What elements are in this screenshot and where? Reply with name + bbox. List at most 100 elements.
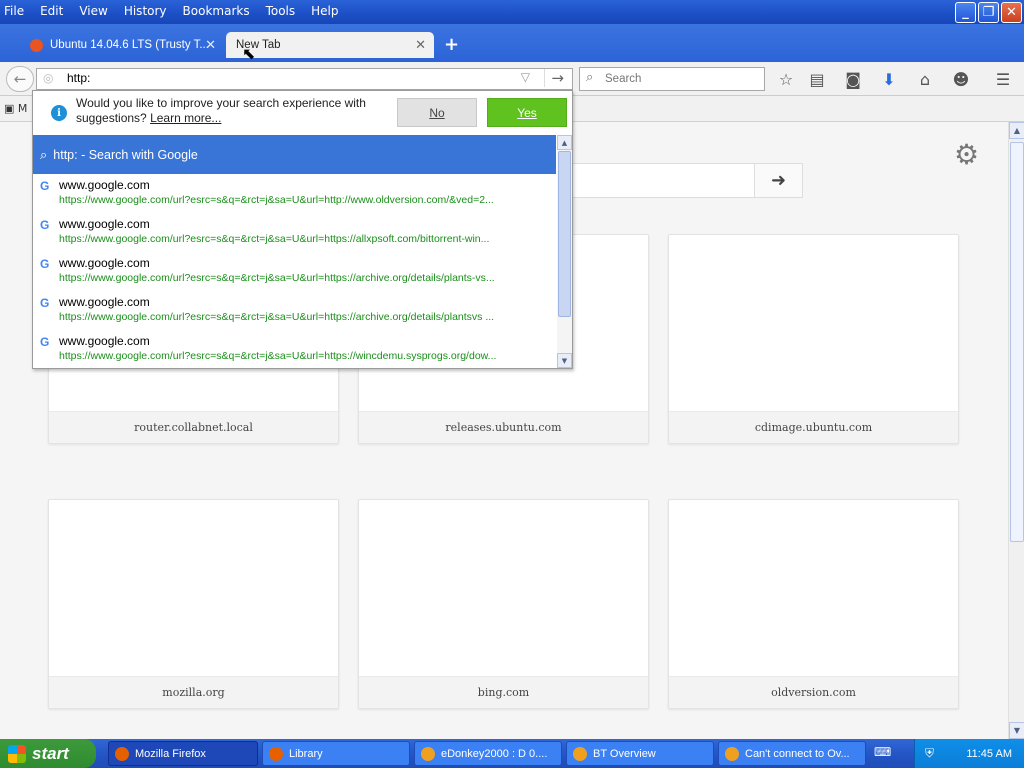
tab-label: Ubuntu 14.04.6 LTS (Trusty T... xyxy=(50,39,209,51)
search-placeholder: Search xyxy=(605,73,642,85)
home-icon[interactable]: ⌂ xyxy=(913,68,937,90)
result-title: www.google.com xyxy=(59,295,150,309)
tile-6[interactable]: oldversion.com xyxy=(668,499,959,709)
security-shield-icon[interactable]: ⛨ xyxy=(925,746,934,761)
google-icon: G xyxy=(40,179,50,193)
google-icon: G xyxy=(40,335,50,349)
notice-text: Would you like to improve your search ex… xyxy=(76,96,366,125)
system-tray: ⛨ 11:45 AM xyxy=(914,739,1024,768)
tab-new-tab[interactable]: New Tab ✕ xyxy=(226,32,434,58)
dropdown-arrow-icon[interactable]: ▽ xyxy=(521,70,530,84)
result-row[interactable]: G www.google.com https://www.google.com/… xyxy=(33,252,556,291)
go-arrow-icon[interactable]: → xyxy=(544,69,564,87)
info-icon: i xyxy=(51,105,67,121)
search-icon: ⌕ xyxy=(40,146,48,162)
bookmark-item[interactable]: ▣ M xyxy=(4,102,27,115)
edonkey-icon xyxy=(725,746,739,761)
result-title: www.google.com xyxy=(59,256,150,270)
tile-caption: router.collabnet.local xyxy=(49,411,338,443)
search-suggestions-notice: i Would you like to improve your search … xyxy=(33,91,572,134)
minimize-button[interactable]: _ xyxy=(955,2,976,23)
menu-bar: File Edit View History Bookmarks Tools H… xyxy=(0,0,355,22)
result-url: https://www.google.com/url?esrc=s&q=&rct… xyxy=(59,311,495,323)
newtab-search-go-button[interactable]: ➜ xyxy=(754,163,803,198)
popup-scrollbar[interactable]: ▲ ▼ xyxy=(557,135,572,368)
result-title: www.google.com xyxy=(59,334,150,348)
result-url: https://www.google.com/url?esrc=s&q=&rct… xyxy=(59,233,490,245)
task-bt-overview[interactable]: BT Overview xyxy=(566,741,714,766)
search-bar[interactable]: ⌕ Search xyxy=(579,67,765,91)
result-row[interactable]: G www.google.com https://www.google.com/… xyxy=(33,291,556,330)
menu-help[interactable]: Help xyxy=(311,4,338,18)
bookmark-star-icon[interactable]: ☆ xyxy=(774,68,798,90)
scroll-thumb[interactable] xyxy=(558,151,571,317)
ubuntu-icon xyxy=(30,38,43,52)
folder-icon: ▣ xyxy=(4,102,15,115)
scroll-down-icon[interactable]: ▼ xyxy=(1009,722,1024,739)
scroll-thumb[interactable] xyxy=(1010,142,1024,542)
hello-icon[interactable]: ☻ xyxy=(949,68,973,90)
url-bar[interactable]: ◎ http: ▽ → xyxy=(36,68,573,90)
search-icon: ⌕ xyxy=(586,70,594,85)
tile-caption: oldversion.com xyxy=(669,676,958,708)
task-edonkey[interactable]: eDonkey2000 : D 0.... xyxy=(414,741,562,766)
keyboard-icon[interactable]: ⌨ xyxy=(874,745,894,761)
menu-icon[interactable]: ☰ xyxy=(991,68,1015,90)
download-icon[interactable]: ⬇ xyxy=(877,68,901,90)
learn-more-link[interactable]: Learn more... xyxy=(150,111,221,125)
close-tab-icon[interactable]: ✕ xyxy=(415,37,426,53)
url-autocomplete-popup: i Would you like to improve your search … xyxy=(32,90,573,369)
search-with-google-row[interactable]: ⌕ http: - Search with Google xyxy=(33,135,556,174)
clock: 11:45 AM xyxy=(966,747,1012,760)
firefox-icon xyxy=(269,746,283,761)
scroll-up-icon[interactable]: ▲ xyxy=(557,135,572,150)
results-list: ⌕ http: - Search with Google G www.googl… xyxy=(33,135,557,369)
tile-caption: mozilla.org xyxy=(49,676,338,708)
menu-history[interactable]: History xyxy=(124,4,167,18)
result-title: www.google.com xyxy=(59,178,150,192)
google-icon: G xyxy=(40,296,50,310)
result-row[interactable]: G www.google.com https://www.google.com/… xyxy=(33,174,556,213)
tile-3[interactable]: cdimage.ubuntu.com xyxy=(668,234,959,444)
reading-list-icon[interactable]: ▤ xyxy=(805,68,829,90)
maximize-button[interactable]: ❐ xyxy=(978,2,999,23)
new-tab-button[interactable]: + xyxy=(444,34,459,55)
menu-edit[interactable]: Edit xyxy=(40,4,63,18)
result-row[interactable]: G www.google.com https://www.google.com/… xyxy=(33,213,556,252)
menu-file[interactable]: File xyxy=(4,4,24,18)
task-cant-connect[interactable]: Can't connect to Ov... xyxy=(718,741,866,766)
tile-5[interactable]: bing.com xyxy=(358,499,649,709)
no-button[interactable]: No xyxy=(397,98,477,127)
result-url: https://www.google.com/url?esrc=s&q=&rct… xyxy=(59,272,495,284)
google-icon: G xyxy=(40,218,50,232)
pocket-icon[interactable]: ◙ xyxy=(841,68,865,90)
scroll-up-icon[interactable]: ▲ xyxy=(1009,122,1024,139)
tile-4[interactable]: mozilla.org xyxy=(48,499,339,709)
mouse-cursor-icon: ⬉ xyxy=(242,44,256,63)
task-firefox[interactable]: Mozilla Firefox xyxy=(108,741,258,766)
tab-ubuntu[interactable]: Ubuntu 14.04.6 LTS (Trusty T... ✕ xyxy=(20,32,224,58)
gear-icon[interactable]: ⚙ xyxy=(954,138,979,171)
close-tab-icon[interactable]: ✕ xyxy=(205,37,216,53)
task-library[interactable]: Library xyxy=(262,741,410,766)
close-button[interactable]: ✕ xyxy=(1001,2,1022,23)
google-icon: G xyxy=(40,257,50,271)
menu-tools[interactable]: Tools xyxy=(266,4,296,18)
page-scrollbar[interactable]: ▲ ▼ xyxy=(1008,122,1024,739)
scroll-down-icon[interactable]: ▼ xyxy=(557,353,572,368)
back-button[interactable]: ← xyxy=(6,66,34,92)
tile-caption: bing.com xyxy=(359,676,648,708)
start-button[interactable]: start xyxy=(0,739,96,768)
result-row[interactable]: G www.google.com https://www.google.com/… xyxy=(33,330,556,369)
edonkey-icon xyxy=(573,746,587,761)
url-input[interactable]: http: xyxy=(67,71,90,85)
result-url: https://www.google.com/url?esrc=s&q=&rct… xyxy=(59,194,494,206)
menu-bookmarks[interactable]: Bookmarks xyxy=(183,4,250,18)
menu-view[interactable]: View xyxy=(79,4,107,18)
yes-button[interactable]: Yes xyxy=(487,98,567,127)
tile-caption: releases.ubuntu.com xyxy=(359,411,648,443)
edonkey-icon xyxy=(421,746,435,761)
firefox-icon xyxy=(115,746,129,761)
tile-caption: cdimage.ubuntu.com xyxy=(669,411,958,443)
result-url: https://www.google.com/url?esrc=s&q=&rct… xyxy=(59,350,497,362)
